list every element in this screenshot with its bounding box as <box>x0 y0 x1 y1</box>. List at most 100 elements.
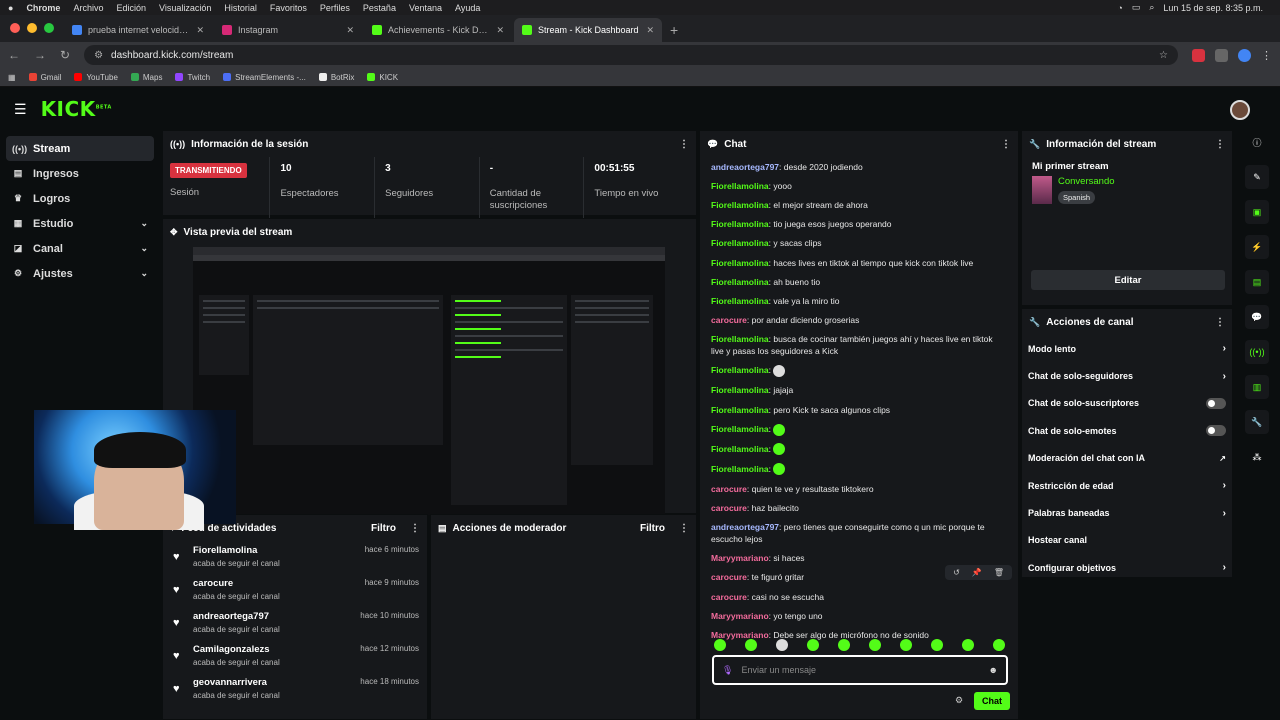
menu-edicion[interactable]: Edición <box>116 3 146 13</box>
emote-icon[interactable] <box>931 639 943 651</box>
more-options-icon[interactable]: ⋮ <box>1215 317 1225 328</box>
emote-icon[interactable] <box>773 463 786 476</box>
emote-icon[interactable] <box>776 639 788 651</box>
bookmark-kick[interactable]: KICK <box>367 73 398 82</box>
feed-user[interactable]: carocure <box>193 578 365 589</box>
emote-icon[interactable] <box>807 639 819 651</box>
emote-icon[interactable] <box>773 365 786 378</box>
action-configure-goals[interactable]: Configurar objetivos › <box>1022 554 1232 581</box>
bookmark-streamelements[interactable]: StreamElements -... <box>223 73 306 82</box>
chat-username[interactable]: Fiorellamolina <box>711 238 769 248</box>
menubar-app-name[interactable]: Chrome <box>26 3 60 13</box>
chat-username[interactable]: carocure <box>711 592 747 602</box>
menu-visualizacion[interactable]: Visualización <box>159 3 211 13</box>
chat-username[interactable]: Fiorellamolina <box>711 258 769 268</box>
bookmark-star-icon[interactable]: ☆ <box>1159 50 1168 61</box>
back-arrow-icon[interactable]: ← <box>8 48 20 62</box>
info-icon[interactable]: ⓘ <box>1245 130 1269 154</box>
emotes-only-toggle[interactable] <box>1206 425 1226 437</box>
action-slow-mode[interactable]: Modo lento › <box>1022 335 1232 362</box>
bookmark-maps[interactable]: Maps <box>130 73 162 82</box>
action-followers-only[interactable]: Chat de solo-seguidores › <box>1022 362 1232 389</box>
hamburger-menu-icon[interactable]: ☰ <box>14 101 27 118</box>
wrench-icon[interactable]: 🔧 <box>1245 410 1269 434</box>
chat-send-button[interactable]: Chat <box>974 692 1010 710</box>
battery-icon[interactable]: ▭ <box>1132 2 1141 13</box>
sidebar-item-stream[interactable]: ((•)) Stream <box>6 136 154 161</box>
emote-icon[interactable] <box>773 443 786 456</box>
sidebar-item-ingresos[interactable]: ▤ Ingresos <box>6 161 154 186</box>
emote-icon[interactable] <box>838 639 850 651</box>
broadcast-icon[interactable]: ((•)) <box>1245 340 1269 364</box>
more-options-icon[interactable]: ⋮ <box>679 523 689 534</box>
feed-user[interactable]: Camilagonzalezs <box>193 644 360 655</box>
menu-pestana[interactable]: Pestaña <box>363 3 396 13</box>
extension-icon[interactable] <box>1192 48 1205 62</box>
chat-username[interactable]: Fiorellamolina <box>711 444 769 454</box>
notes-icon[interactable]: ▤ <box>1245 270 1269 294</box>
chat-username[interactable]: Fiorellamolina <box>711 296 769 306</box>
forward-arrow-icon[interactable]: → <box>34 48 46 62</box>
menu-perfiles[interactable]: Perfiles <box>320 3 350 13</box>
minimize-window-button[interactable] <box>27 23 37 33</box>
chat-username[interactable]: carocure <box>711 572 747 582</box>
chrome-menu-icon[interactable]: ⋮ <box>1261 49 1272 62</box>
feed-user[interactable]: geovannarrivera <box>193 677 360 688</box>
chat-username[interactable]: Fiorellamolina <box>711 385 769 395</box>
chat-username[interactable]: carocure <box>711 315 747 325</box>
emote-icon[interactable] <box>962 639 974 651</box>
menu-favoritos[interactable]: Favoritos <box>270 3 307 13</box>
action-ai-moderation[interactable]: Moderación del chat con IA ↗ <box>1022 445 1232 472</box>
chat-username[interactable]: Fiorellamolina <box>711 181 769 191</box>
sidebar-item-ajustes[interactable]: ⚙ Ajustes ⌄ <box>6 261 154 286</box>
emote-icon[interactable] <box>993 639 1005 651</box>
edit-pencil-icon[interactable]: ✎ <box>1245 165 1269 189</box>
action-host-channel[interactable]: Hostear canal <box>1022 527 1232 554</box>
reload-icon[interactable]: ↻ <box>60 48 70 62</box>
delete-icon[interactable]: 🗑 <box>994 568 1004 577</box>
extensions-puzzle-icon[interactable] <box>1215 48 1228 62</box>
more-options-icon[interactable]: ⋮ <box>679 139 689 150</box>
sidebar-item-canal[interactable]: ◪ Canal ⌄ <box>6 236 154 261</box>
bookmark-botrix[interactable]: BotRix <box>318 73 354 82</box>
action-age-restriction[interactable]: Restricción de edad › <box>1022 472 1232 499</box>
bookmark-youtube[interactable]: YouTube <box>74 73 118 82</box>
feed-user[interactable]: andreaortega797 <box>193 611 360 622</box>
close-tab-icon[interactable]: ✕ <box>346 25 354 36</box>
menu-ayuda[interactable]: Ayuda <box>455 3 480 13</box>
nodes-icon[interactable]: ⁂ <box>1245 445 1269 469</box>
sidebar-item-logros[interactable]: ♛ Logros <box>6 186 154 211</box>
menubar-datetime[interactable]: Lun 15 de sep. 8:35 p.m. <box>1163 3 1263 13</box>
close-tab-icon[interactable]: ✕ <box>196 25 204 36</box>
chat-username[interactable]: carocure <box>711 484 747 494</box>
chat-username[interactable]: Fiorellamolina <box>711 277 769 287</box>
chat-username[interactable]: Fiorellamolina <box>711 424 769 434</box>
chat-icon[interactable]: 💬 <box>1245 305 1269 329</box>
chat-input[interactable]: 🎙 Enviar un mensaje ☻ <box>712 655 1008 685</box>
browser-tab-stream[interactable]: Stream - Kick Dashboard ✕ <box>514 18 662 42</box>
menu-archivo[interactable]: Archivo <box>73 3 103 13</box>
search-icon[interactable]: ⌕ <box>1149 2 1154 13</box>
chat-username[interactable]: andreaortega797 <box>711 162 779 172</box>
user-avatar[interactable] <box>1230 100 1250 120</box>
more-options-icon[interactable]: ⋮ <box>1001 139 1011 150</box>
more-options-icon[interactable]: ⋮ <box>1215 139 1225 150</box>
sidebar-item-estudio[interactable]: ▦ Estudio ⌄ <box>6 211 154 236</box>
subscribers-only-toggle[interactable] <box>1206 397 1226 409</box>
clip-icon[interactable]: ▣ <box>1245 200 1269 224</box>
stream-preview-video[interactable] <box>193 247 665 515</box>
emote-icon[interactable] <box>745 639 757 651</box>
microphone-icon[interactable]: 🎙 <box>722 665 733 676</box>
emoji-icon[interactable]: ☻ <box>989 665 998 675</box>
browser-tab-speedtest[interactable]: prueba internet velocidad - B ✕ <box>64 18 212 42</box>
bookmark-twitch[interactable]: Twitch <box>175 73 210 82</box>
chat-username[interactable]: Fiorellamolina <box>711 405 769 415</box>
emote-icon[interactable] <box>773 423 786 436</box>
chat-username[interactable]: Fiorellamolina <box>711 334 769 344</box>
feed-user[interactable]: Fiorellamolina <box>193 545 365 556</box>
menu-historial[interactable]: Historial <box>224 3 257 13</box>
browser-tab-instagram[interactable]: Instagram ✕ <box>214 18 362 42</box>
emote-icon[interactable] <box>714 639 726 651</box>
more-options-icon[interactable]: ⋮ <box>410 523 420 534</box>
chat-username[interactable]: Fiorellamolina <box>711 365 769 375</box>
